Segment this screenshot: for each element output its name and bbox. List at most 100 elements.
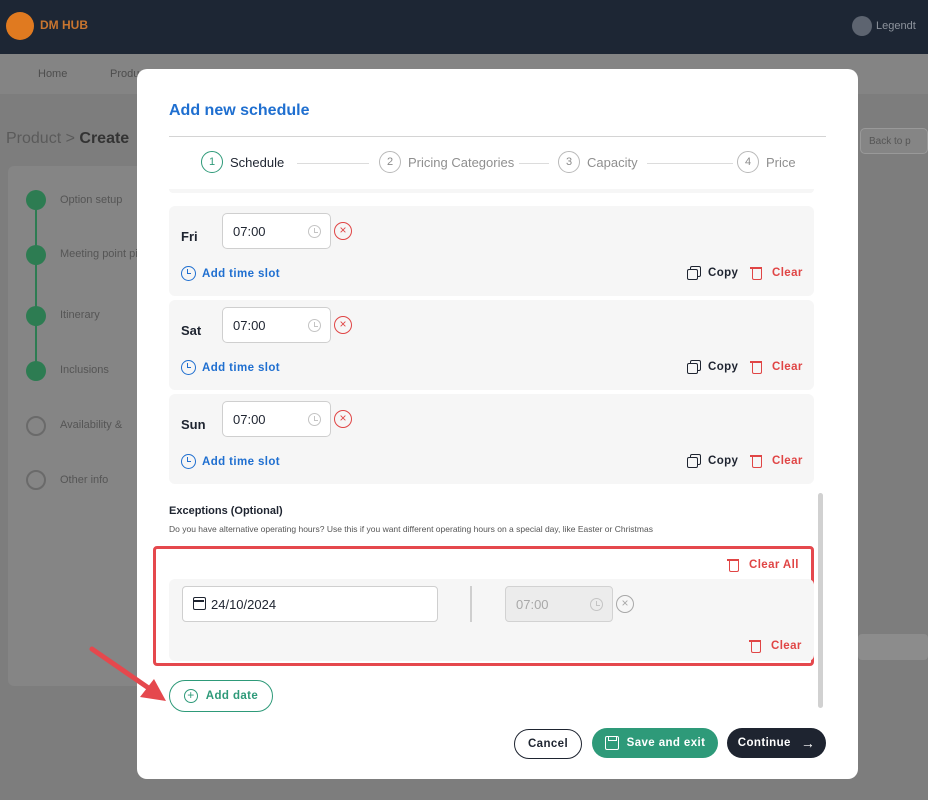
clock-icon [590,598,603,611]
clear-all-button[interactable]: Clear All [727,558,799,572]
copy-button[interactable]: Copy [687,266,738,280]
remove-time-slot-button[interactable]: × [334,222,352,240]
clear-button[interactable]: Clear [750,360,803,374]
trash-icon [749,639,761,653]
progress-step-icon [26,470,46,490]
step-number: 2 [379,151,401,173]
continue-button[interactable]: Continue → [727,728,826,758]
time-input[interactable]: 07:00 [222,401,331,437]
clock-icon [308,225,321,238]
step-pricing-categories[interactable]: 2 Pricing Categories [379,151,514,173]
modal-title: Add new schedule [169,102,310,119]
clock-icon [181,266,196,281]
back-button-dimmed: Back to p [860,128,928,154]
progress-step-label: Other info [60,474,109,486]
clock-icon [181,360,196,375]
step-schedule[interactable]: 1 Schedule [201,151,284,173]
time-input[interactable]: 07:00 [222,307,331,343]
breadcrumb-current: Create [79,130,130,147]
save-and-exit-label: Save and exit [626,737,706,749]
clear-all-label: Clear All [749,559,799,571]
save-and-exit-button[interactable]: Save and exit [592,728,718,758]
step-connector [519,163,549,164]
clock-icon [308,319,321,332]
nav-item-home: Home [38,68,68,80]
breadcrumb-parent: Product [6,130,62,147]
progress-step-icon [26,190,46,210]
time-value: 07:00 [233,224,266,239]
cancel-label: Cancel [527,738,569,750]
day-name: Sun [181,417,206,432]
add-time-slot-button[interactable]: Add time slot [181,454,280,469]
plus-circle-icon: + [183,689,198,703]
clock-icon [308,413,321,426]
copy-label: Copy [708,361,739,373]
progress-step-icon [26,361,46,381]
calendar-icon [193,597,206,610]
progress-step-icon [26,306,46,326]
date-input[interactable]: 24/10/2024 [182,586,438,622]
add-time-slot-button[interactable]: Add time slot [181,266,280,281]
copy-label: Copy [708,267,739,279]
exceptions-title: Exceptions (Optional) [169,505,283,517]
time-value: 07:00 [233,412,266,427]
scrollbar[interactable] [818,493,823,708]
exception-date-card: 24/10/2024 07:00 × Clear [169,579,814,661]
remove-time-slot-button[interactable]: × [334,410,352,428]
clear-exception-button[interactable]: Clear [749,639,802,653]
time-input[interactable]: 07:00 [222,213,331,249]
app-logo-text: DM HUB [40,18,88,32]
step-number: 3 [558,151,580,173]
title-divider [169,136,826,137]
clear-button[interactable]: Clear [750,454,803,468]
clear-button[interactable]: Clear [750,266,803,280]
add-time-slot-label: Add time slot [202,267,281,280]
add-time-slot-button[interactable]: Add time slot [181,360,280,375]
stepper: 1 Schedule 2 Pricing Categories 3 Capaci… [169,149,826,175]
add-date-button[interactable]: + Add date [169,680,273,712]
time-input-disabled: 07:00 [505,586,613,622]
clock-icon [181,454,196,469]
step-price[interactable]: 4 Price [737,151,796,173]
clear-label: Clear [772,361,803,373]
step-number: 1 [201,151,223,173]
dimmed-box [858,634,928,660]
step-label: Schedule [230,154,285,170]
copy-button[interactable]: Copy [687,360,738,374]
trash-icon [750,454,762,468]
annotation-arrow-icon [89,646,166,701]
copy-label: Copy [708,455,739,467]
step-connector [297,163,369,164]
step-capacity[interactable]: 3 Capacity [558,151,638,173]
app-logo-icon [6,12,34,40]
step-label: Price [766,154,796,170]
breadcrumb-separator: > [65,130,75,147]
user-avatar-icon [852,16,872,36]
save-icon [604,736,619,750]
progress-step-label: Itinerary [60,309,100,321]
app-topbar: DM HUB Legendt [0,0,928,54]
day-name: Fri [181,229,198,244]
progress-step-icon [26,416,46,436]
copy-icon [687,266,701,280]
clear-label: Clear [772,267,803,279]
clear-label: Clear [772,455,803,467]
day-name: Sat [181,323,202,338]
day-card-fri: Fri 07:00 × Add time slot Copy Clear [169,206,814,296]
step-label: Pricing Categories [408,154,515,170]
progress-step-icon [26,245,46,265]
remove-time-button-disabled: × [616,595,634,613]
add-time-slot-label: Add time slot [202,455,281,468]
previous-day-card-edge [169,189,814,193]
trash-icon [727,558,739,572]
add-time-slot-label: Add time slot [202,361,281,374]
exceptions-description: Do you have alternative operating hours?… [169,524,653,534]
date-value: 24/10/2024 [211,597,277,612]
copy-button[interactable]: Copy [687,454,738,468]
exceptions-highlight-box: Clear All 24/10/2024 07:00 × Clear [153,546,814,666]
progress-step-label: Option setup [60,194,123,206]
remove-time-slot-button[interactable]: × [334,316,352,334]
clear-label: Clear [771,640,802,652]
progress-step-label: Availability & [60,419,123,431]
cancel-button[interactable]: Cancel [514,729,582,759]
